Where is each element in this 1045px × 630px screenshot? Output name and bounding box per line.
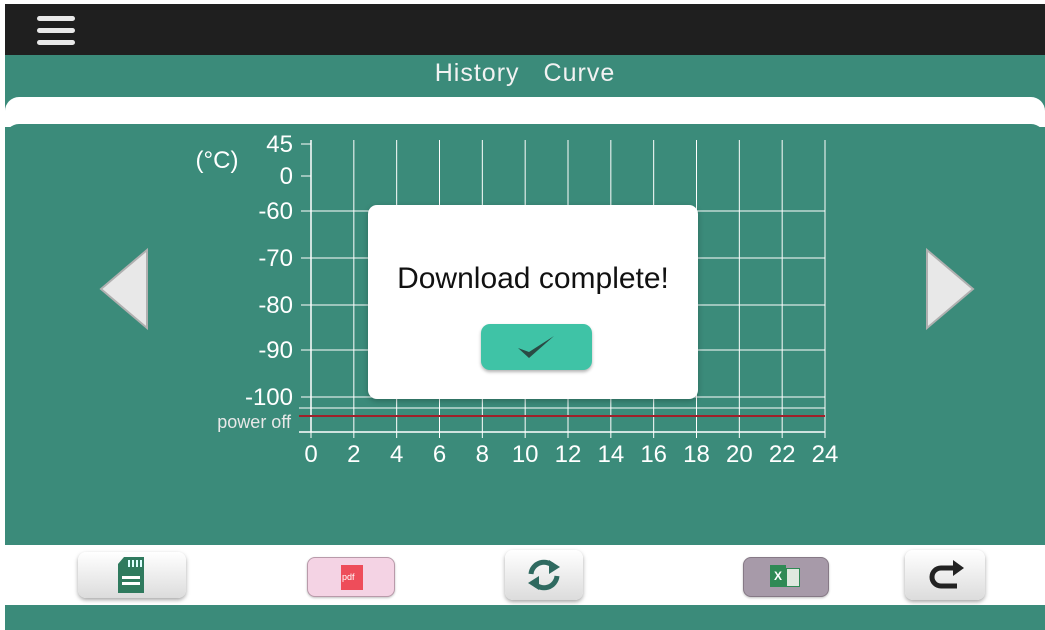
x-tick-label: 24 [812,441,839,468]
x-tick-label: 16 [640,441,667,468]
y-tick-label: 45 [266,131,293,158]
export-excel-button[interactable]: X [743,557,829,597]
return-button[interactable] [905,550,985,600]
x-tick-label: 20 [726,441,753,468]
toolbar: pdf X [5,545,1045,605]
bottom-strip [5,605,1045,630]
y-tick-label: 0 [280,163,293,190]
x-tick-label: 22 [769,441,796,468]
return-arrow-icon [929,560,964,589]
pdf-file-icon: pdf [341,565,363,590]
dialog-message: Download complete! [397,262,669,295]
page-title-curve: Curve [543,59,616,87]
top-bar [5,4,1045,55]
x-tick-label: 4 [390,441,403,468]
hamburger-menu-icon[interactable] [33,14,79,48]
refresh-button[interactable] [505,550,583,600]
x-tick-label: 2 [347,441,360,468]
excel-file-icon: X [770,565,800,589]
x-tick-label: 18 [683,441,710,468]
y-tick-label: -90 [258,337,293,364]
x-tick-label: 6 [433,441,446,468]
x-tick-label: 12 [555,441,582,468]
header-divider [5,97,1045,127]
power-off-label: power off [217,412,292,432]
page-title-history: History [434,59,520,87]
save-to-sd-button[interactable] [78,552,186,598]
y-tick-label: -60 [258,198,293,225]
y-tick-label: -100 [245,384,293,411]
x-tick-label: 0 [304,441,317,468]
export-pdf-button[interactable]: pdf [307,557,395,597]
x-tick-label: 14 [597,441,624,468]
y-tick-label: -80 [258,292,293,319]
download-complete-dialog: Download complete! [368,205,698,399]
sd-card-icon [118,557,144,593]
right-arrow-icon[interactable] [923,246,979,332]
y-tick-label: -70 [258,245,293,272]
checkmark-icon [518,336,554,358]
confirm-button[interactable] [481,324,592,370]
page-title: History Curve [5,59,1045,88]
x-tick-label: 10 [512,441,539,468]
refresh-icon [528,559,560,591]
excel-icon-text: X [774,569,783,583]
pdf-icon-text: pdf [342,572,355,582]
x-tick-label: 8 [476,441,489,468]
left-arrow-icon[interactable] [95,246,151,332]
app-screen: History Curve 0 2 4 6 8 10 12 14 16 18 20 22 24 45 0 -60… [5,4,1045,630]
y-axis-unit-label: (°C) [196,147,239,174]
